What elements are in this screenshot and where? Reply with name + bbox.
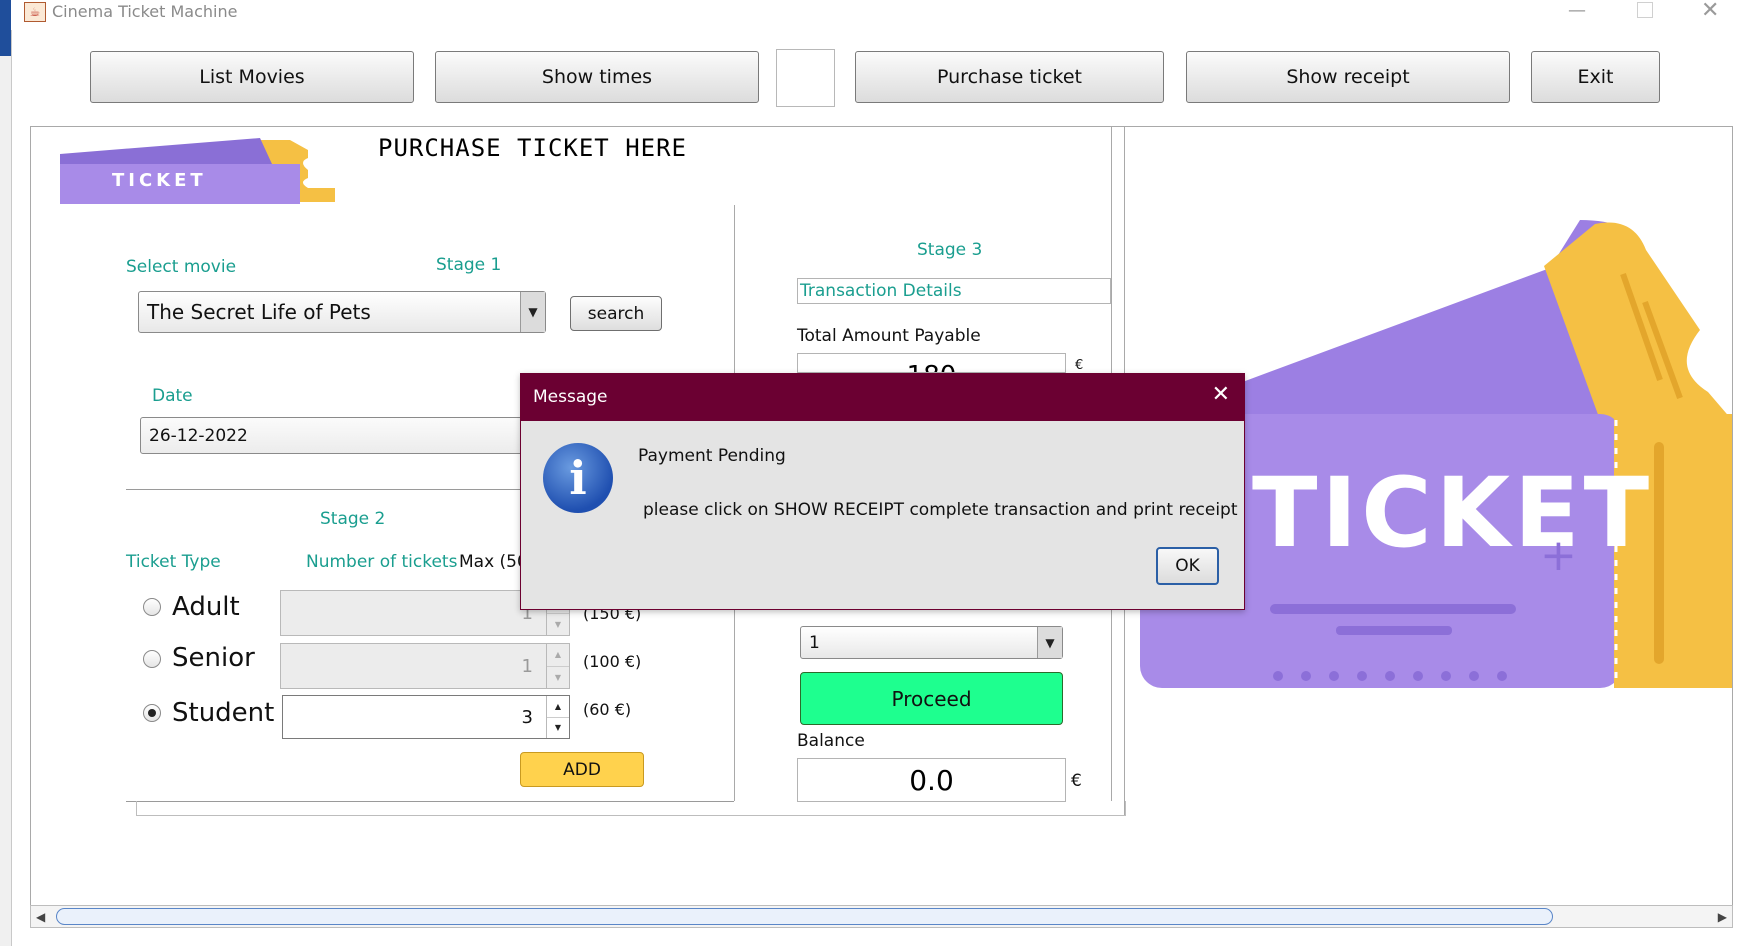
ticket-banner-text: TICKET xyxy=(1252,457,1653,569)
chevron-down-icon: ▼ xyxy=(520,292,545,332)
scroll-thumb[interactable] xyxy=(56,908,1553,925)
maximize-icon[interactable] xyxy=(1637,2,1653,18)
student-price: (60 €) xyxy=(583,700,632,719)
max-label: Max (50 xyxy=(459,552,528,572)
window-title: Cinema Ticket Machine xyxy=(52,2,238,21)
close-icon[interactable]: ✕ xyxy=(1701,0,1719,23)
date-field[interactable]: 26-12-2022 xyxy=(140,417,526,454)
bottom-frame xyxy=(136,801,1126,816)
total-currency: € xyxy=(1075,358,1084,373)
info-icon: i xyxy=(543,443,613,513)
stage2-title: Stage 2 xyxy=(320,509,386,529)
dialog-title: Message xyxy=(521,374,1244,421)
show-receipt-button[interactable]: Show receipt xyxy=(1186,51,1510,103)
senior-quantity-stepper: 1 ▲ ▼ xyxy=(280,643,570,689)
purchase-heading: PURCHASE TICKET HERE xyxy=(378,134,687,162)
ok-button[interactable]: OK xyxy=(1156,547,1219,585)
movie-select[interactable]: The Secret Life of Pets ▼ xyxy=(138,291,546,333)
balance-currency: € xyxy=(1071,771,1082,791)
total-amount-field: 180 xyxy=(797,353,1066,373)
minimize-icon[interactable]: — xyxy=(1568,0,1586,21)
total-amount-label: Total Amount Payable xyxy=(797,326,981,346)
ticket-type-label: Ticket Type xyxy=(126,552,221,572)
message-dialog: Message ✕ i Payment Pending please click… xyxy=(520,373,1245,610)
exit-button[interactable]: Exit xyxy=(1531,51,1660,103)
date-label: Date xyxy=(152,386,193,406)
purchase-ticket-button[interactable]: Purchase ticket xyxy=(855,51,1164,103)
date-value: 26-12-2022 xyxy=(149,425,248,446)
search-button[interactable]: search xyxy=(570,296,662,331)
stage1-title: Stage 1 xyxy=(436,255,502,275)
scroll-left-icon[interactable]: ◀ xyxy=(36,910,45,924)
seat-select-value: 1 xyxy=(809,632,820,653)
transaction-details-box: Transaction Details xyxy=(797,278,1111,304)
student-radio[interactable] xyxy=(143,704,161,722)
app-icon: ☕ xyxy=(24,2,46,22)
show-times-button[interactable]: Show times xyxy=(435,51,759,103)
student-label: Student xyxy=(172,698,275,728)
divider-horizontal xyxy=(126,489,526,490)
horizontal-scrollbar[interactable]: ◀ ▶ xyxy=(30,905,1733,928)
select-movie-label: Select movie xyxy=(126,257,237,277)
ticket-logo: TICKET xyxy=(60,138,335,204)
adult-label: Adult xyxy=(172,592,240,622)
senior-price: (100 €) xyxy=(583,652,642,671)
svg-text:+: + xyxy=(1540,530,1577,581)
left-edge-strip xyxy=(0,0,12,946)
dialog-message-line2: please click on SHOW RECEIPT complete tr… xyxy=(643,500,1238,520)
chevron-down-icon: ▼ xyxy=(1037,627,1062,658)
balance-field: 0.0 xyxy=(797,758,1066,802)
list-movies-button[interactable]: List Movies xyxy=(90,51,414,103)
scroll-right-icon[interactable]: ▶ xyxy=(1718,910,1727,924)
number-of-tickets-label: Number of tickets xyxy=(306,552,458,572)
proceed-button[interactable]: Proceed xyxy=(800,672,1063,725)
movie-select-value: The Secret Life of Pets xyxy=(147,300,371,324)
adult-radio[interactable] xyxy=(143,598,161,616)
balance-label: Balance xyxy=(797,731,865,751)
dialog-message-line1: Payment Pending xyxy=(638,446,786,466)
seat-select[interactable]: 1 ▼ xyxy=(800,626,1063,659)
ticket-logo-text: TICKET xyxy=(112,170,207,191)
senior-label: Senior xyxy=(172,643,255,673)
senior-radio[interactable] xyxy=(143,650,161,668)
title-bar xyxy=(11,0,1746,30)
stage3-title: Stage 3 xyxy=(917,240,983,260)
blank-square xyxy=(776,49,835,107)
student-quantity-stepper[interactable]: 3 ▲ ▼ xyxy=(282,695,570,739)
close-icon[interactable]: ✕ xyxy=(1212,382,1230,407)
add-button[interactable]: ADD xyxy=(520,752,644,787)
